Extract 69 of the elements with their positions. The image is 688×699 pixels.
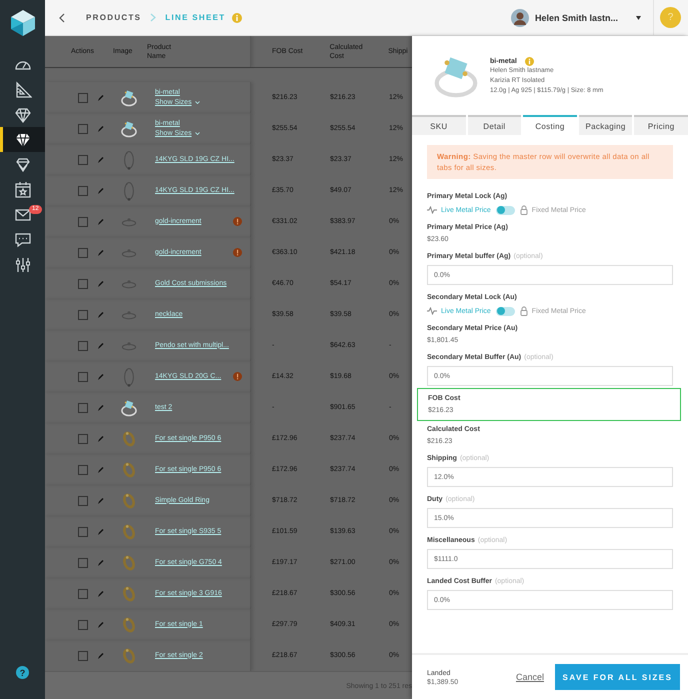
diamonds-icon	[14, 156, 32, 174]
user-name[interactable]: Helen Smith lastn...	[534, 12, 618, 22]
pencil-icon[interactable]	[97, 248, 104, 256]
pencil-icon[interactable]	[97, 218, 104, 226]
avatar-icon[interactable]	[510, 8, 529, 26]
breadcrumb-link[interactable]: PRODUCTS	[86, 13, 142, 22]
pencil-icon[interactable]	[97, 342, 104, 350]
checkbox[interactable]	[78, 650, 88, 660]
toggle-switch[interactable]	[496, 306, 515, 316]
pencil-icon[interactable]	[97, 156, 104, 164]
pencil-icon[interactable]	[97, 620, 104, 628]
checkbox[interactable]	[78, 588, 88, 598]
pencil-icon[interactable]	[97, 528, 104, 536]
pencil-icon[interactable]	[97, 652, 104, 660]
pencil-icon[interactable]	[97, 94, 104, 102]
diamond-icon	[14, 106, 32, 124]
chevron-icon[interactable]	[194, 101, 200, 104]
pencil-icon[interactable]	[97, 496, 104, 504]
checkbox[interactable]	[78, 526, 88, 536]
checkbox[interactable]	[78, 620, 88, 630]
calendar-icon	[14, 180, 32, 198]
save-button[interactable]: SAVE FOR ALL SIZES	[555, 664, 680, 690]
pencil-icon[interactable]	[97, 280, 104, 288]
ruler-icon	[14, 80, 32, 98]
help-button[interactable]: ?	[16, 666, 29, 679]
checkbox[interactable]	[78, 92, 88, 102]
checkbox[interactable]	[78, 216, 88, 226]
checkbox[interactable]	[78, 186, 88, 196]
pencil-icon[interactable]	[97, 124, 104, 132]
checkbox[interactable]	[78, 372, 88, 382]
checkbox[interactable]	[78, 434, 88, 444]
pencil-icon[interactable]	[97, 186, 104, 194]
checkbox[interactable]	[78, 248, 88, 258]
checkbox[interactable]	[78, 496, 88, 506]
chevron-icon	[150, 13, 156, 22]
info-icon[interactable]	[232, 12, 242, 22]
tab[interactable]: SKU	[412, 115, 466, 135]
cancel-link[interactable]: Cancel	[516, 672, 544, 682]
pencil-icon[interactable]	[97, 466, 104, 474]
checkbox[interactable]	[78, 464, 88, 474]
pulse-icon	[427, 307, 437, 315]
toggle-switch[interactable]	[496, 206, 515, 214]
sliders-icon	[14, 256, 32, 274]
caret-icon[interactable]	[636, 16, 641, 20]
logo-icon[interactable]	[10, 10, 34, 36]
pencil-icon[interactable]	[97, 404, 104, 412]
chat-icon	[14, 230, 32, 248]
checkbox[interactable]	[78, 124, 88, 134]
checkbox[interactable]	[78, 402, 88, 412]
tab[interactable]: Detail	[468, 115, 522, 135]
checkbox[interactable]	[78, 154, 88, 164]
pencil-icon[interactable]	[97, 434, 104, 442]
checkbox[interactable]	[78, 278, 88, 288]
pencil-icon[interactable]	[97, 372, 104, 380]
info-icon[interactable]	[524, 57, 534, 66]
checkbox[interactable]	[78, 340, 88, 350]
checkbox[interactable]	[78, 310, 88, 320]
pencil-icon[interactable]	[97, 558, 104, 566]
tab[interactable]: Pricing	[634, 115, 688, 135]
lock-icon	[520, 205, 528, 215]
back-icon[interactable]	[58, 12, 65, 22]
pulse-icon	[427, 206, 437, 214]
chevron-icon[interactable]	[194, 132, 200, 135]
sidebar-item[interactable]	[0, 127, 45, 152]
checkbox[interactable]	[78, 558, 88, 568]
pencil-icon[interactable]	[97, 590, 104, 598]
pencil-icon[interactable]	[97, 310, 104, 318]
lock-icon	[520, 306, 528, 316]
tab[interactable]: Packaging	[578, 115, 632, 135]
